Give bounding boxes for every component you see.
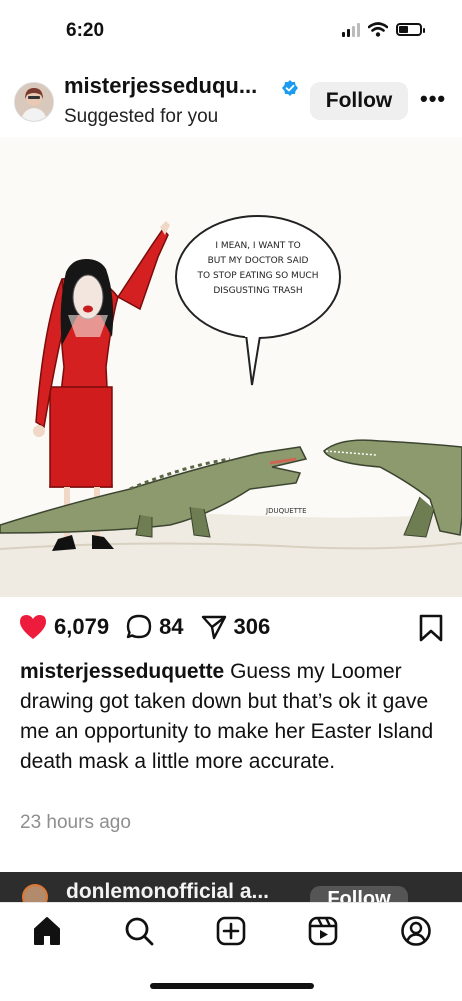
- avatar[interactable]: [14, 82, 54, 122]
- share-count: 306: [233, 614, 271, 639]
- comment-icon[interactable]: [125, 613, 153, 641]
- speech-line-4: DISGUSTING TRASH: [213, 286, 302, 296]
- speech-line-1: I MEAN, I WANT TO: [215, 241, 300, 251]
- more-options-icon[interactable]: •••: [420, 86, 446, 112]
- speech-line-3: TO STOP EATING SO MUCH: [197, 271, 319, 281]
- like-count: 6,079: [54, 614, 110, 639]
- suggested-label: Suggested for you: [64, 106, 219, 127]
- home-indicator: [150, 983, 314, 989]
- follow-button[interactable]: Follow: [310, 82, 408, 120]
- next-post-username[interactable]: donlemonofficial a...: [66, 880, 269, 904]
- artist-signature: JDUQUETTE: [265, 507, 307, 515]
- search-icon[interactable]: [123, 915, 155, 947]
- comment-count: 84: [159, 614, 184, 639]
- heart-icon[interactable]: [18, 613, 48, 641]
- post-caption: misterjesseduquette Guess my Loomer draw…: [20, 657, 440, 777]
- wifi-icon: [368, 22, 388, 37]
- caption-username[interactable]: misterjesseduquette: [20, 660, 224, 683]
- profile-icon[interactable]: [400, 915, 432, 947]
- post-username[interactable]: misterjesseduqu...: [64, 73, 257, 99]
- status-icons: [342, 22, 425, 37]
- speech-line-2: BUT MY DOCTOR SAID: [208, 256, 309, 266]
- like-action[interactable]: 6,079: [18, 613, 109, 641]
- share-icon[interactable]: [200, 613, 228, 641]
- reels-icon[interactable]: [307, 915, 339, 947]
- comment-action[interactable]: 84: [125, 613, 184, 641]
- cellular-signal-icon: [342, 22, 360, 37]
- battery-icon: [396, 23, 425, 36]
- post-timestamp: 23 hours ago: [20, 812, 131, 833]
- post-image[interactable]: I MEAN, I WANT TO BUT MY DOCTOR SAID TO …: [0, 137, 462, 597]
- action-bar: 6,079 84 306: [18, 612, 286, 642]
- verified-badge-icon: [282, 80, 298, 96]
- create-icon[interactable]: [215, 915, 247, 947]
- share-action[interactable]: 306: [200, 613, 271, 641]
- home-icon[interactable]: [31, 915, 63, 947]
- bookmark-icon[interactable]: [418, 614, 444, 642]
- status-time: 6:20: [66, 20, 105, 41]
